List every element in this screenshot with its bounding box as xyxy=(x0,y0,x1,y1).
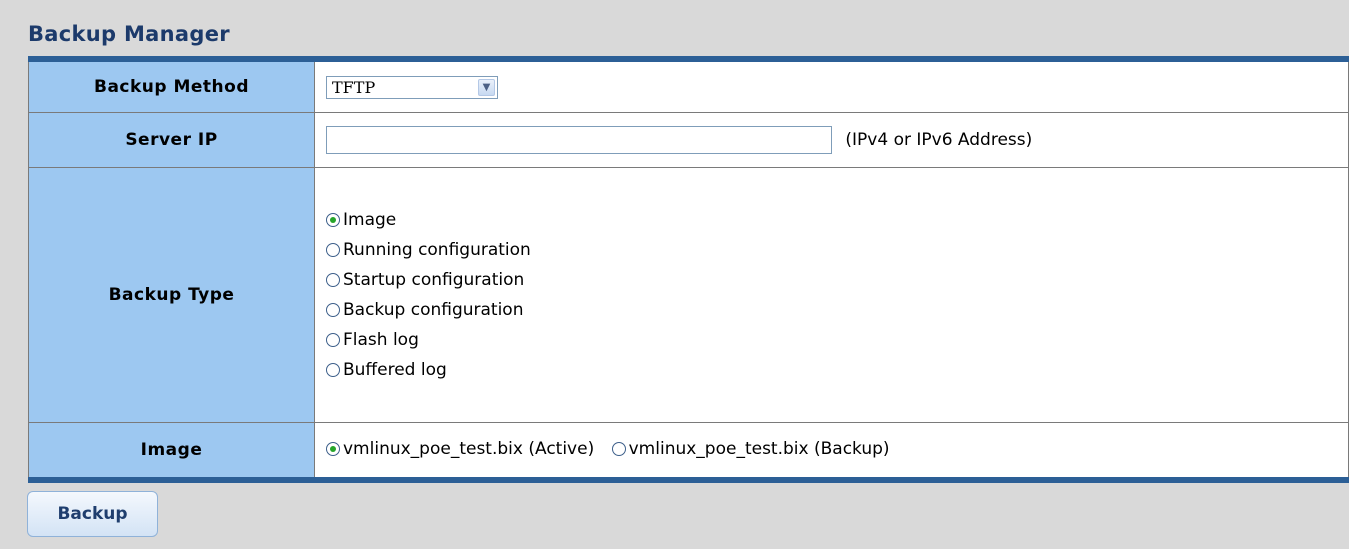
server-ip-cell: (IPv4 or IPv6 Address) xyxy=(314,112,1349,168)
backup-type-option-running-configuration[interactable]: Running configuration xyxy=(326,235,1347,265)
image-option-label: vmlinux_poe_test.bix (Active) xyxy=(343,439,595,459)
backup-type-option-label: Buffered log xyxy=(343,360,447,380)
server-ip-label: Server IP xyxy=(28,112,315,168)
image-option-label: vmlinux_poe_test.bix (Backup) xyxy=(628,439,890,459)
backup-type-label: Backup Type xyxy=(28,167,315,423)
radio-unchecked-icon[interactable] xyxy=(326,333,340,347)
backup-type-option-label: Startup configuration xyxy=(343,270,525,290)
server-ip-input[interactable] xyxy=(326,126,832,154)
backup-type-option-startup-configuration[interactable]: Startup configuration xyxy=(326,265,1347,295)
radio-unchecked-icon[interactable] xyxy=(326,363,340,377)
backup-button[interactable]: Backup xyxy=(27,491,158,537)
backup-type-option-flash-log[interactable]: Flash log xyxy=(326,325,1347,355)
backup-type-option-label: Flash log xyxy=(343,330,419,350)
radio-unchecked-icon[interactable] xyxy=(611,442,626,456)
image-label: Image xyxy=(28,422,315,481)
backup-type-option-image[interactable]: Image xyxy=(326,205,1347,235)
backup-type-option-label: Running configuration xyxy=(343,240,531,260)
backup-method-select[interactable]: TFTP ▼ xyxy=(326,75,498,99)
backup-type-option-label: Image xyxy=(343,210,397,230)
backup-method-row: Backup Method TFTP ▼ xyxy=(28,58,1349,113)
backup-method-cell: TFTP ▼ xyxy=(314,58,1349,113)
radio-unchecked-icon[interactable] xyxy=(326,303,340,317)
backup-type-option-buffered-log[interactable]: Buffered log xyxy=(326,355,1347,385)
radio-unchecked-icon[interactable] xyxy=(326,243,340,257)
server-ip-row: Server IP (IPv4 or IPv6 Address) xyxy=(28,112,1349,168)
image-option-active[interactable]: vmlinux_poe_test.bix (Active) xyxy=(326,439,594,459)
backup-type-option-label: Backup configuration xyxy=(343,300,524,320)
radio-checked-icon[interactable] xyxy=(326,213,340,227)
server-ip-hint: (IPv4 or IPv6 Address) xyxy=(845,130,1033,150)
backup-form-table: Backup Method TFTP ▼ Server IP (IPv4 or … xyxy=(28,56,1349,483)
image-option-backup[interactable]: vmlinux_poe_test.bix (Backup) xyxy=(611,439,890,459)
image-row: Image vmlinux_poe_test.bix (Active) vmli… xyxy=(28,422,1349,481)
chevron-down-icon[interactable]: ▼ xyxy=(478,78,495,96)
image-options: vmlinux_poe_test.bix (Active) vmlinux_po… xyxy=(314,422,1349,481)
backup-method-value: TFTP xyxy=(332,77,376,97)
backup-method-label: Backup Method xyxy=(28,58,315,113)
radio-checked-icon[interactable] xyxy=(326,442,340,456)
backup-type-option-backup-configuration[interactable]: Backup configuration xyxy=(326,295,1347,325)
backup-type-options: Image Running configuration Startup conf… xyxy=(314,167,1349,423)
backup-type-row: Backup Type Image Running configuration … xyxy=(28,167,1349,423)
radio-unchecked-icon[interactable] xyxy=(326,273,340,287)
page-title: Backup Manager xyxy=(28,22,230,46)
